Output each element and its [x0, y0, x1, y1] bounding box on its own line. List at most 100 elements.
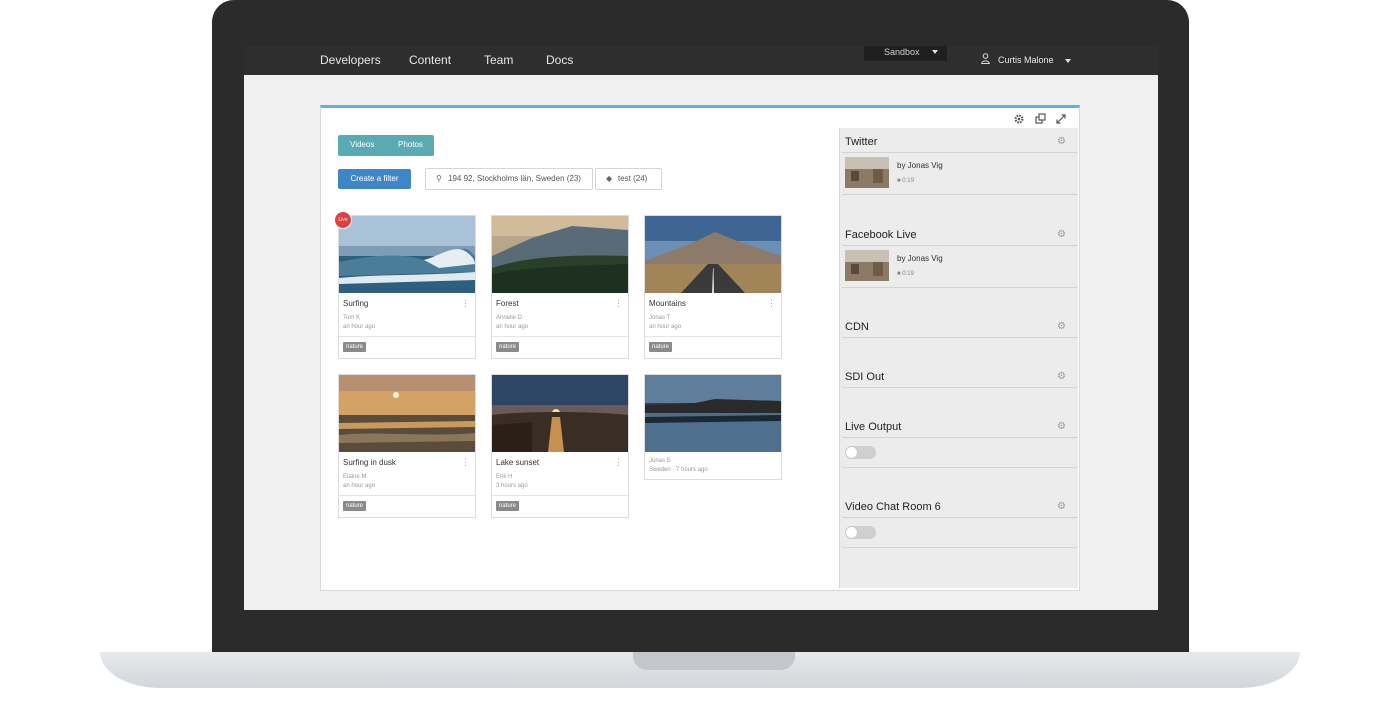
nav-content[interactable]: Content: [409, 53, 451, 67]
card-tag[interactable]: nature: [496, 501, 520, 511]
section-divider: [842, 194, 1078, 195]
gear-icon[interactable]: ⚙: [1057, 501, 1066, 512]
section-divider: [842, 337, 1078, 338]
section-title-live-output: Live Output: [845, 421, 902, 433]
popout-icon[interactable]: [1035, 113, 1047, 125]
section-divider: [842, 517, 1078, 518]
videos-tab[interactable]: Videos: [350, 140, 374, 149]
more-vertical-icon[interactable]: ⋮: [461, 457, 470, 468]
section-title-sdi-out: SDI Out: [845, 371, 885, 383]
location-filter-chip[interactable]: ⚲ 194 92, Stockholms län, Sweden (23): [425, 168, 593, 190]
card-divider: [492, 336, 628, 337]
section-title-cdn: CDN: [845, 321, 869, 333]
nav-docs[interactable]: Docs: [546, 53, 573, 67]
section-divider: [842, 467, 1078, 468]
tag-icon: ◆: [606, 174, 613, 183]
video-chat-room-toggle[interactable]: [845, 526, 876, 539]
section-divider: [842, 245, 1078, 246]
gear-icon[interactable]: ⚙: [1057, 421, 1066, 432]
nav-developers[interactable]: Developers: [320, 53, 381, 67]
section-title-video-chat-room: Video Chat Room 6: [845, 501, 941, 513]
card-tag[interactable]: nature: [343, 342, 367, 352]
item-duration: ■ 0:19: [897, 271, 914, 277]
environment-label: Sandbox: [884, 47, 920, 57]
gear-icon[interactable]: [1013, 113, 1025, 125]
item-author: by Jonas Vig: [897, 161, 943, 170]
gear-icon[interactable]: ⚙: [1057, 371, 1066, 382]
media-card-mountains[interactable]: Mountains ⋮ Jonas T an hour ago nature: [644, 215, 782, 359]
card-author: Jonas S: [649, 458, 671, 464]
item-author: by Jonas Vig: [897, 254, 943, 263]
environment-dropdown[interactable]: Sandbox: [864, 46, 947, 61]
lake-sunset-thumbnail: [492, 375, 628, 452]
gear-icon[interactable]: ⚙: [1057, 136, 1066, 147]
card-author: Jonas T: [649, 315, 671, 321]
facebook-live-item[interactable]: by Jonas Vig ■ 0:19: [845, 247, 1078, 289]
content-panel: Videos Photos Create a filter ⚲ 194 92, …: [320, 105, 1080, 591]
lake-thumbnail: [645, 375, 781, 452]
user-icon: [981, 53, 990, 64]
card-divider: [492, 495, 628, 496]
section-title-twitter: Twitter: [845, 136, 878, 148]
card-title: Forest: [496, 299, 519, 308]
toggle-knob: [846, 447, 857, 458]
chevron-down-icon: [932, 50, 938, 54]
card-tag[interactable]: nature: [343, 501, 367, 511]
surfing-thumbnail: [339, 216, 475, 293]
more-vertical-icon[interactable]: ⋮: [614, 298, 623, 309]
expand-icon[interactable]: [1055, 113, 1067, 125]
gear-icon[interactable]: ⚙: [1057, 321, 1066, 332]
section-divider: [842, 387, 1078, 388]
item-duration: ■ 0:19: [897, 178, 914, 184]
twitter-item[interactable]: by Jonas Vig ■ 0:19: [845, 154, 1078, 196]
live-badge: Live: [334, 211, 352, 229]
app-screen: Developers Content Team Docs Sandbox Cur…: [244, 46, 1158, 610]
duration-value: 0:19: [902, 271, 914, 277]
card-divider: [339, 336, 475, 337]
media-card-surfing[interactable]: Live Surfing ⋮ Tom K an hour ago nature: [334, 211, 476, 359]
card-divider: [645, 336, 781, 337]
media-card-lake-sunset[interactable]: Lake sunset ⋮ Erik H 3 hours ago nature: [491, 374, 629, 518]
section-divider: [842, 437, 1078, 438]
card-title: Surfing: [343, 299, 369, 308]
card-title: Surfing in dusk: [343, 458, 396, 467]
photos-tab[interactable]: Photos: [398, 140, 423, 149]
card-tag[interactable]: nature: [649, 342, 673, 352]
card-author: Tom K: [343, 315, 361, 321]
tag-filter-label: test (24): [618, 174, 648, 183]
card-author: Elaine M: [343, 474, 367, 480]
user-name: Curtis Malone: [998, 55, 1054, 65]
card-time: an hour ago: [343, 483, 376, 489]
chevron-down-icon: [1065, 59, 1071, 63]
section-divider: [842, 287, 1078, 288]
card-title: Mountains: [649, 299, 686, 308]
location-filter-label: 194 92, Stockholms län, Sweden (23): [448, 174, 581, 183]
more-vertical-icon[interactable]: ⋮: [461, 298, 470, 309]
section-divider: [842, 547, 1078, 548]
top-nav: Developers Content Team Docs Sandbox Cur…: [244, 46, 1158, 75]
tag-filter-chip[interactable]: ◆ test (24): [595, 168, 662, 190]
duration-value: 0:19: [902, 178, 914, 184]
more-vertical-icon[interactable]: ⋮: [614, 457, 623, 468]
section-title-facebook-live: Facebook Live: [845, 229, 917, 241]
forest-thumbnail: [492, 216, 628, 293]
facebook-item-thumbnail: [845, 250, 889, 281]
media-card-forest[interactable]: Forest ⋮ Annelie D an hour ago nature: [491, 215, 629, 359]
card-time: 3 hours ago: [496, 483, 528, 489]
media-type-toggle: Videos Photos: [338, 135, 434, 156]
location-pin-icon: ⚲: [436, 174, 442, 183]
card-title: Lake sunset: [496, 458, 540, 467]
nav-team[interactable]: Team: [484, 53, 513, 67]
media-card-surfing-in-dusk[interactable]: Surfing in dusk ⋮ Elaine M an hour ago n…: [338, 374, 476, 518]
live-output-toggle[interactable]: [845, 446, 876, 459]
gear-icon[interactable]: ⚙: [1057, 229, 1066, 240]
card-time: Sweden · 7 hours ago: [649, 467, 708, 473]
mountains-thumbnail: [645, 216, 781, 293]
create-filter-button[interactable]: Create a filter: [338, 169, 411, 189]
card-tag[interactable]: nature: [496, 342, 520, 352]
more-vertical-icon[interactable]: ⋮: [767, 298, 776, 309]
card-author: Annelie D: [496, 315, 523, 321]
card-author: Erik H: [496, 474, 513, 480]
card-time: an hour ago: [343, 324, 376, 330]
media-card-lake[interactable]: Jonas S Sweden · 7 hours ago: [644, 374, 782, 480]
